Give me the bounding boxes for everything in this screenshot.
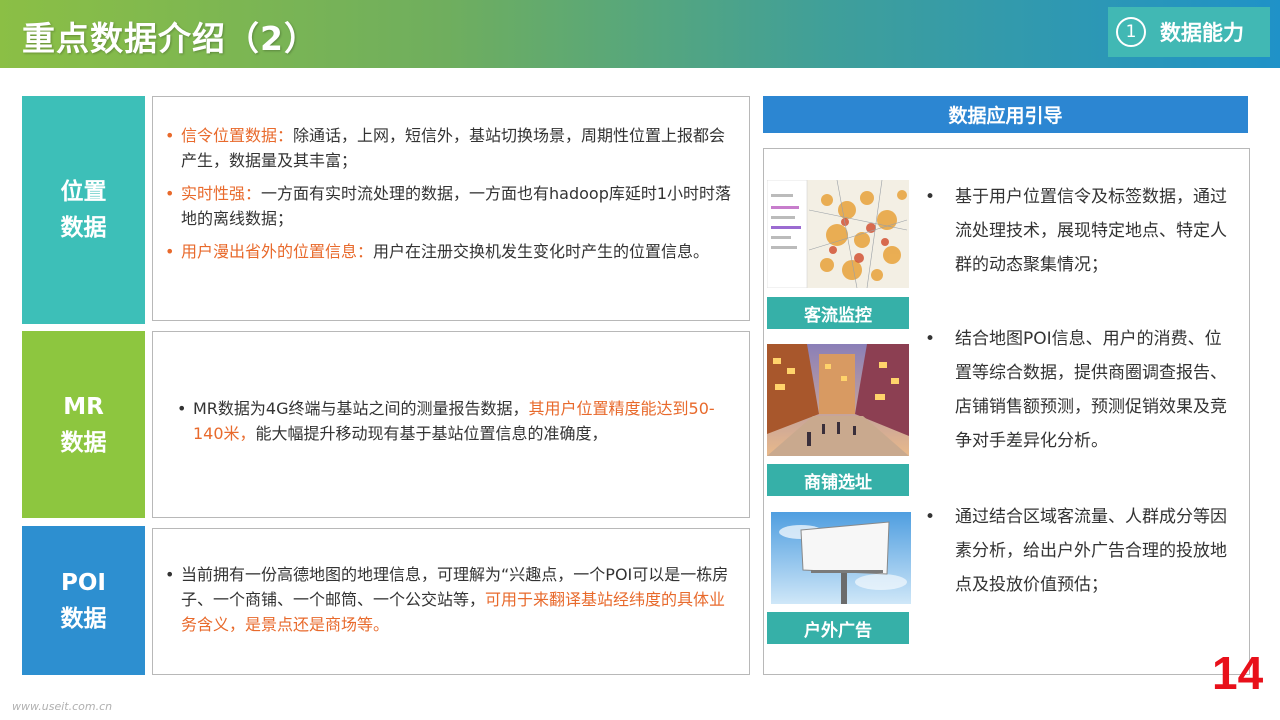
label-line-1: 位置	[60, 179, 107, 205]
bullet-text: 一方面有实时流处理的数据，一方面也有hadoop库延时1小时时落地的离线数据；	[181, 184, 732, 228]
caption-shop-location: 商铺选址	[767, 464, 909, 496]
caption-passenger-flow: 客流监控	[767, 297, 909, 329]
label-line-2: 数据	[60, 215, 107, 241]
application-text-passenger-flow: • 基于用户位置信令及标签数据，通过流处理技术，展现特定地点、特定人群的动态聚集…	[925, 180, 1235, 282]
application-text-outdoor-ads: • 通过结合区域客流量、人群成分等因素分析，给出户外广告合理的投放地点及投放价值…	[925, 500, 1235, 602]
application-text-shop-location: • 结合地图POI信息、用户的消费、位置等综合数据，提供商圈调查报告、店铺销售额…	[925, 322, 1235, 458]
list-item: 用户漫出省外的位置信息：用户在注册交换机发生变化时产生的位置信息。	[161, 239, 737, 264]
bullet-text: MR数据为4G终端与基站之间的测量报告数据，	[193, 399, 529, 418]
bullet-dot: •	[925, 507, 936, 527]
bullet-dot: •	[925, 329, 936, 349]
label-location-data: 位置 数据	[22, 96, 145, 324]
billboard-thumbnail-icon	[771, 512, 911, 604]
content-poi-data: 当前拥有一份高德地图的地理信息，可理解为“兴趣点，一个POI可以是一栋房子、一个…	[152, 528, 750, 675]
heatmap-thumbnail-icon	[767, 180, 909, 288]
mr-bullet-list: MR数据为4G终端与基站之间的测量报告数据，其用户位置精度能达到50-140米，…	[173, 396, 737, 446]
caption-outdoor-ads: 户外广告	[767, 612, 909, 644]
bullet-highlight: 信令位置数据：	[181, 126, 294, 145]
label-line-2: 数据	[60, 429, 107, 456]
section-label: 数据能力	[1160, 21, 1244, 45]
application-description: 基于用户位置信令及标签数据，通过流处理技术，展现特定地点、特定人群的动态聚集情况…	[955, 187, 1227, 275]
location-bullet-list: 信令位置数据：除通话，上网，短信外，基站切换场景，周期性位置上报都会产生，数据量…	[161, 123, 737, 264]
label-mr-data: MR 数据	[22, 331, 145, 518]
bullet-text: 用户在注册交换机发生变化时产生的位置信息。	[373, 242, 710, 261]
bullet-highlight: 实时性强：	[181, 184, 262, 203]
label-line-1: MR	[63, 393, 104, 420]
bullet-highlight: 用户漫出省外的位置信息：	[181, 242, 374, 261]
page-title: 重点数据介绍（2）	[22, 19, 318, 58]
list-item: 信令位置数据：除通话，上网，短信外，基站切换场景，周期性位置上报都会产生，数据量…	[161, 123, 737, 173]
list-item: MR数据为4G终端与基站之间的测量报告数据，其用户位置精度能达到50-140米，…	[173, 396, 737, 446]
content-location-data: 信令位置数据：除通话，上网，短信外，基站切换场景，周期性位置上报都会产生，数据量…	[152, 96, 750, 321]
content-mr-data: MR数据为4G终端与基站之间的测量报告数据，其用户位置精度能达到50-140米，…	[152, 331, 750, 518]
bullet-dot: •	[925, 187, 936, 207]
bullet-text: 能大幅提升移动现有基于基站位置信息的准确度，	[255, 424, 608, 443]
list-item: 当前拥有一份高德地图的地理信息，可理解为“兴趣点，一个POI可以是一栋房子、一个…	[161, 562, 737, 637]
label-line-2: 数据	[60, 605, 107, 632]
section-tag: 1 数据能力	[1108, 7, 1270, 57]
section-number-badge: 1	[1116, 17, 1146, 47]
page-number: 14	[1212, 647, 1264, 699]
label-poi-data: POI 数据	[22, 526, 145, 675]
label-line-1: POI	[61, 569, 106, 596]
application-description: 通过结合区域客流量、人群成分等因素分析，给出户外广告合理的投放地点及投放价值预估…	[955, 507, 1227, 595]
list-item: 实时性强：一方面有实时流处理的数据，一方面也有hadoop库延时1小时时落地的离…	[161, 181, 737, 231]
poi-bullet-list: 当前拥有一份高德地图的地理信息，可理解为“兴趣点，一个POI可以是一栋房子、一个…	[161, 562, 737, 637]
watermark: www.useit.com.cn	[12, 700, 113, 713]
street-thumbnail-icon	[767, 344, 909, 456]
title-bar: 重点数据介绍（2） 1 数据能力	[0, 0, 1280, 68]
applications-header: 数据应用引导	[763, 96, 1248, 133]
application-description: 结合地图POI信息、用户的消费、位置等综合数据，提供商圈调查报告、店铺销售额预测…	[955, 329, 1227, 451]
